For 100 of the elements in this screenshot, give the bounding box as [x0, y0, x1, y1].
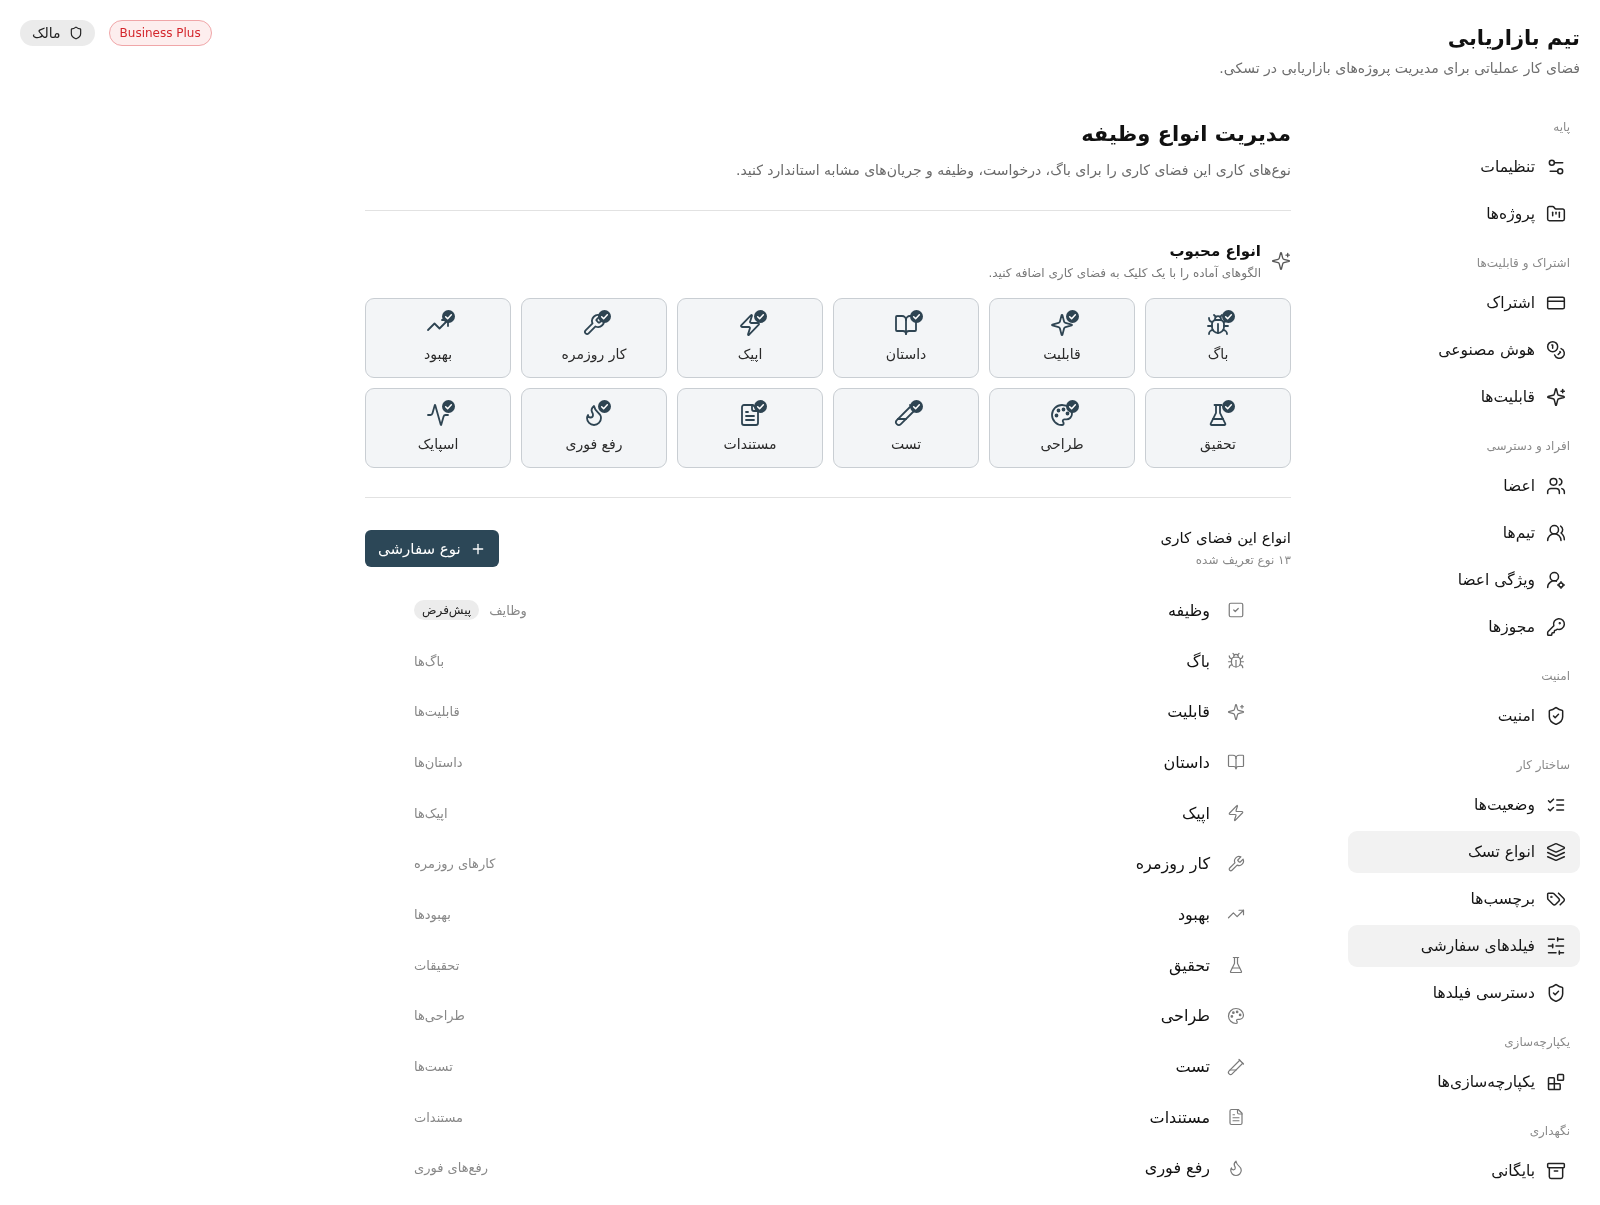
workspace-title: تیم بازاریابی	[1447, 25, 1580, 52]
bug-icon	[1206, 313, 1230, 337]
user-gear-icon	[1546, 570, 1566, 590]
type-plural: طراحی‌ها	[414, 1008, 465, 1024]
template-card[interactable]: تحقیق	[1145, 388, 1291, 468]
template-card[interactable]: باگ	[1145, 298, 1291, 378]
type-name: کار روزمره	[1135, 854, 1210, 874]
type-name: بهبود	[1177, 904, 1210, 924]
plan-badge: Business Plus	[108, 20, 212, 46]
type-name: رفع فوری	[1144, 1158, 1210, 1178]
template-card[interactable]: رفع فوری	[521, 388, 667, 468]
sidebar-item[interactable]: فیلدهای سفارشی	[1348, 925, 1580, 967]
shield-check-icon	[1546, 706, 1566, 726]
workspace-subtitle: فضای کار عملیاتی برای مدیریت پروژه‌های بازاریابی در تسکی.	[1219, 59, 1580, 79]
section-label: افراد و دسترسی	[1485, 438, 1571, 455]
template-card[interactable]: اسپایک	[365, 388, 511, 468]
document-icon	[1227, 1108, 1245, 1127]
book-icon	[1227, 753, 1245, 772]
type-name: اپیک	[1181, 803, 1210, 823]
type-plural: قابلیت‌ها	[414, 704, 460, 720]
section-subtitle: الگوهای آماده را با یک کلیک به فضای کاری اضافه کنید.	[988, 264, 1261, 282]
sidebar-item[interactable]: یکپارچه‌سازی‌ها	[1348, 1061, 1580, 1103]
lightning-icon	[1227, 804, 1245, 823]
sparkle-icon	[1546, 387, 1566, 407]
wrench-icon	[582, 313, 606, 337]
type-name: وظیفه	[1168, 600, 1210, 620]
type-name: باگ	[1186, 651, 1210, 671]
template-card[interactable]: طراحی	[989, 388, 1135, 468]
pulse-icon	[426, 403, 450, 427]
section-label: امنیت	[1540, 668, 1571, 685]
section-label: اشتراک و قابلیت‌ها	[1475, 255, 1571, 272]
sparkle-icon	[1271, 251, 1291, 271]
type-plural: اپیک‌ها	[414, 805, 448, 821]
type-name: تست	[1175, 1057, 1210, 1077]
users-icon	[1546, 523, 1566, 543]
palette-icon	[1227, 1006, 1245, 1025]
type-plural: باگ‌ها	[414, 653, 445, 669]
template-card[interactable]: داستان	[833, 298, 979, 378]
sidebar-item[interactable]: ویژگی اعضا	[1348, 559, 1580, 601]
wrench-icon	[1227, 854, 1245, 873]
type-name: داستان	[1163, 752, 1210, 772]
book-icon	[894, 313, 918, 337]
sidebar-item[interactable]: تیم‌ها	[1348, 512, 1580, 554]
default-badge: پیش‌فرض	[414, 600, 480, 621]
template-card[interactable]: مستندات	[677, 388, 823, 468]
archive-icon	[1546, 1161, 1566, 1181]
sidebar-item[interactable]: دسترسی فیلدها	[1348, 972, 1580, 1014]
template-card[interactable]: قابلیت	[989, 298, 1135, 378]
bug-icon	[1227, 652, 1245, 671]
shield-check-icon	[1546, 983, 1566, 1003]
template-card[interactable]: بهبود	[365, 298, 511, 378]
sidebar-item[interactable]: بایگانی	[1348, 1150, 1580, 1192]
type-name: قابلیت	[1167, 702, 1210, 722]
template-card[interactable]: تست	[833, 388, 979, 468]
type-plural: داستان‌ها	[414, 754, 463, 770]
add-type-button[interactable]: نوع سفارشی	[365, 530, 499, 567]
toggles-icon	[1546, 157, 1566, 177]
type-plural: کارهای روزمره	[414, 856, 496, 872]
blocks-icon	[1546, 1072, 1566, 1092]
type-plural: تحقیقات	[414, 957, 460, 973]
type-count: ۱۳ نوع تعریف شده	[1194, 552, 1291, 569]
credit-card-icon	[1546, 293, 1566, 313]
test-tube-icon	[1227, 1057, 1245, 1076]
sidebar-item[interactable]: تنظیمات	[1348, 146, 1580, 188]
section-title: انواع محبوب	[1168, 241, 1261, 262]
type-name: مستندات	[1149, 1107, 1210, 1127]
layers-icon	[1546, 842, 1566, 862]
type-plural: وظایف	[489, 602, 527, 618]
folder-icon	[1546, 204, 1566, 224]
palette-icon	[1050, 403, 1074, 427]
sidebar-item[interactable]: انواع تسک	[1348, 831, 1580, 873]
sliders-icon	[1546, 936, 1566, 956]
lightning-icon	[738, 313, 762, 337]
sidebar-item[interactable]: اشتراک	[1348, 282, 1580, 324]
template-card[interactable]: اپیک	[677, 298, 823, 378]
role-label: مالک	[32, 25, 61, 41]
tags-icon	[1546, 889, 1566, 909]
type-name: تحقیق	[1168, 955, 1210, 975]
sidebar-item[interactable]: قابلیت‌ها	[1348, 376, 1580, 418]
sparkle-icon	[1227, 702, 1245, 721]
sidebar-item[interactable]: پروژه‌ها	[1348, 193, 1580, 235]
document-icon	[738, 403, 762, 427]
type-plural: مستندات	[414, 1109, 464, 1125]
sidebar-item[interactable]: هوش مصنوعی	[1348, 329, 1580, 371]
sidebar-item[interactable]: مجوزها	[1348, 606, 1580, 648]
sidebar-item[interactable]: اعضا	[1348, 465, 1580, 507]
section-label: نگهداری	[1528, 1123, 1571, 1140]
sidebar-item[interactable]: امنیت	[1348, 695, 1580, 737]
users-icon	[1546, 476, 1566, 496]
type-name: طراحی	[1160, 1006, 1210, 1026]
flask-icon	[1227, 956, 1245, 975]
sidebar-item[interactable]: برچسب‌ها	[1348, 878, 1580, 920]
section-title: انواع این فضای کاری	[1160, 528, 1291, 549]
sidebar-item[interactable]: وضعیت‌ها	[1348, 784, 1580, 826]
template-card[interactable]: کار روزمره	[521, 298, 667, 378]
flame-icon	[1227, 1158, 1245, 1177]
section-label: ساختار کار	[1515, 757, 1571, 774]
type-plural: تست‌ها	[414, 1059, 453, 1075]
check-square-icon	[1227, 601, 1245, 620]
page-title: مدیریت انواع وظیفه	[1080, 121, 1291, 148]
